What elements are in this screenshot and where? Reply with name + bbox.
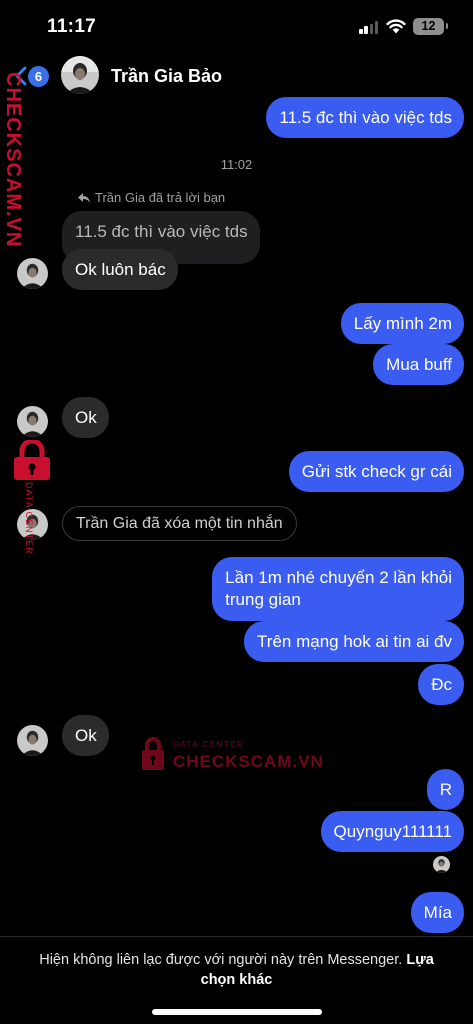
message-bubble[interactable]: Lấy mình 2m — [340, 303, 464, 344]
unavailable-notice: Hiện không liên lạc được với người này t… — [20, 950, 453, 990]
reply-icon — [78, 193, 90, 203]
battery-cap — [446, 23, 448, 29]
signal-icon — [359, 21, 379, 34]
message-bubble[interactable]: Ok — [62, 397, 109, 438]
reply-note-label: Trần Gia đã trả lời bạn — [95, 190, 226, 205]
contact-name[interactable]: Trần Gia Bảo — [111, 66, 222, 87]
timestamp: 11:02 — [220, 157, 253, 172]
notice-text: Hiện không liên lạc được với người này t… — [39, 952, 403, 968]
home-indicator[interactable] — [152, 1009, 322, 1015]
unread-badge: 6 — [28, 66, 49, 87]
message-bubble[interactable]: Lần 1m nhé chuyển 2 lần khỏi trung gian — [212, 557, 464, 621]
message-bubble[interactable]: 11.5 đc thì vào việc tds — [266, 97, 464, 138]
status-time: 11:17 — [47, 16, 97, 37]
watermark-center: DATA CENTER CHECKSCAM.VN — [140, 736, 323, 772]
watermark-brand: CHECKSCAM.VN — [173, 752, 324, 771]
message-line: trung gian — [225, 590, 301, 609]
watermark-tagline: DATA CENTER — [24, 482, 34, 555]
avatar[interactable] — [61, 56, 99, 94]
message-bubble[interactable]: Quynguy111111 — [320, 811, 464, 852]
divider — [0, 936, 473, 937]
wifi-icon — [386, 19, 406, 34]
battery-icon: 12 — [413, 18, 444, 35]
lock-icon — [142, 737, 164, 770]
reply-note: Trần Gia đã trả lời bạn — [77, 190, 225, 205]
status-bar: 11:17 12 — [0, 0, 473, 50]
avatar — [17, 258, 48, 289]
seen-indicator-avatar — [433, 856, 450, 873]
message-bubble[interactable]: Gửi stk check gr cái — [288, 451, 464, 492]
deleted-message-notice: Trần Gia đã xóa một tin nhắn — [62, 506, 297, 541]
watermark-tagline: DATA CENTER — [173, 740, 245, 749]
lock-icon — [14, 440, 50, 480]
message-line: Lần 1m nhé chuyển 2 lần khỏi — [225, 568, 452, 587]
message-bubble[interactable]: Ok luôn bác — [62, 249, 178, 290]
message-bubble[interactable]: Trên mạng hok ai tin ai đv — [244, 621, 464, 662]
message-bubble[interactable]: Ok — [62, 715, 109, 756]
message-bubble[interactable]: R — [426, 769, 464, 810]
message-bubble[interactable]: Đc — [418, 664, 464, 705]
avatar — [17, 725, 48, 756]
message-bubble[interactable]: Mía — [410, 892, 464, 933]
avatar — [17, 406, 48, 437]
watermark-brand: CHECKSCAM.VN — [2, 72, 24, 248]
message-bubble[interactable]: Mua buff — [373, 344, 464, 385]
